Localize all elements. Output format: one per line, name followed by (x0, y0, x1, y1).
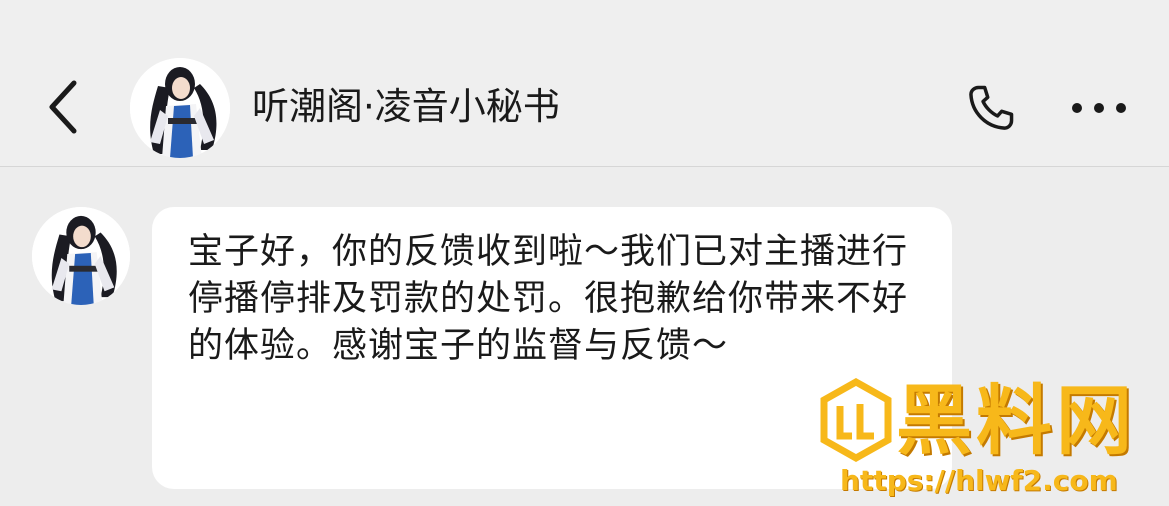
more-options-button[interactable] (1064, 90, 1134, 126)
voice-call-button[interactable] (958, 76, 1024, 140)
more-dots-icon (1072, 103, 1126, 113)
chat-title: 听潮阁·凌音小秘书 (252, 85, 560, 128)
watermark-url: https://hlwf2.com (840, 464, 1118, 497)
chat-header: 听潮阁·凌音小秘书 (0, 0, 1169, 167)
watermark-title: 黑料网 (896, 376, 1136, 465)
phone-icon (969, 85, 1014, 130)
contact-avatar[interactable] (130, 58, 230, 158)
sender-avatar[interactable] (32, 207, 130, 305)
back-button[interactable] (36, 72, 92, 142)
chevron-left-icon (49, 80, 77, 134)
watermark-logo-icon (820, 378, 892, 462)
character-avatar-image (130, 58, 230, 158)
watermark: 黑料网 https://hlwf2.com (818, 378, 1163, 503)
character-avatar-image (32, 207, 130, 305)
message-text: 宝子好，你的反馈收到啦～我们已对主播进行停播停排及罚款的处罚。很抱歉给你带来不好… (188, 232, 909, 366)
